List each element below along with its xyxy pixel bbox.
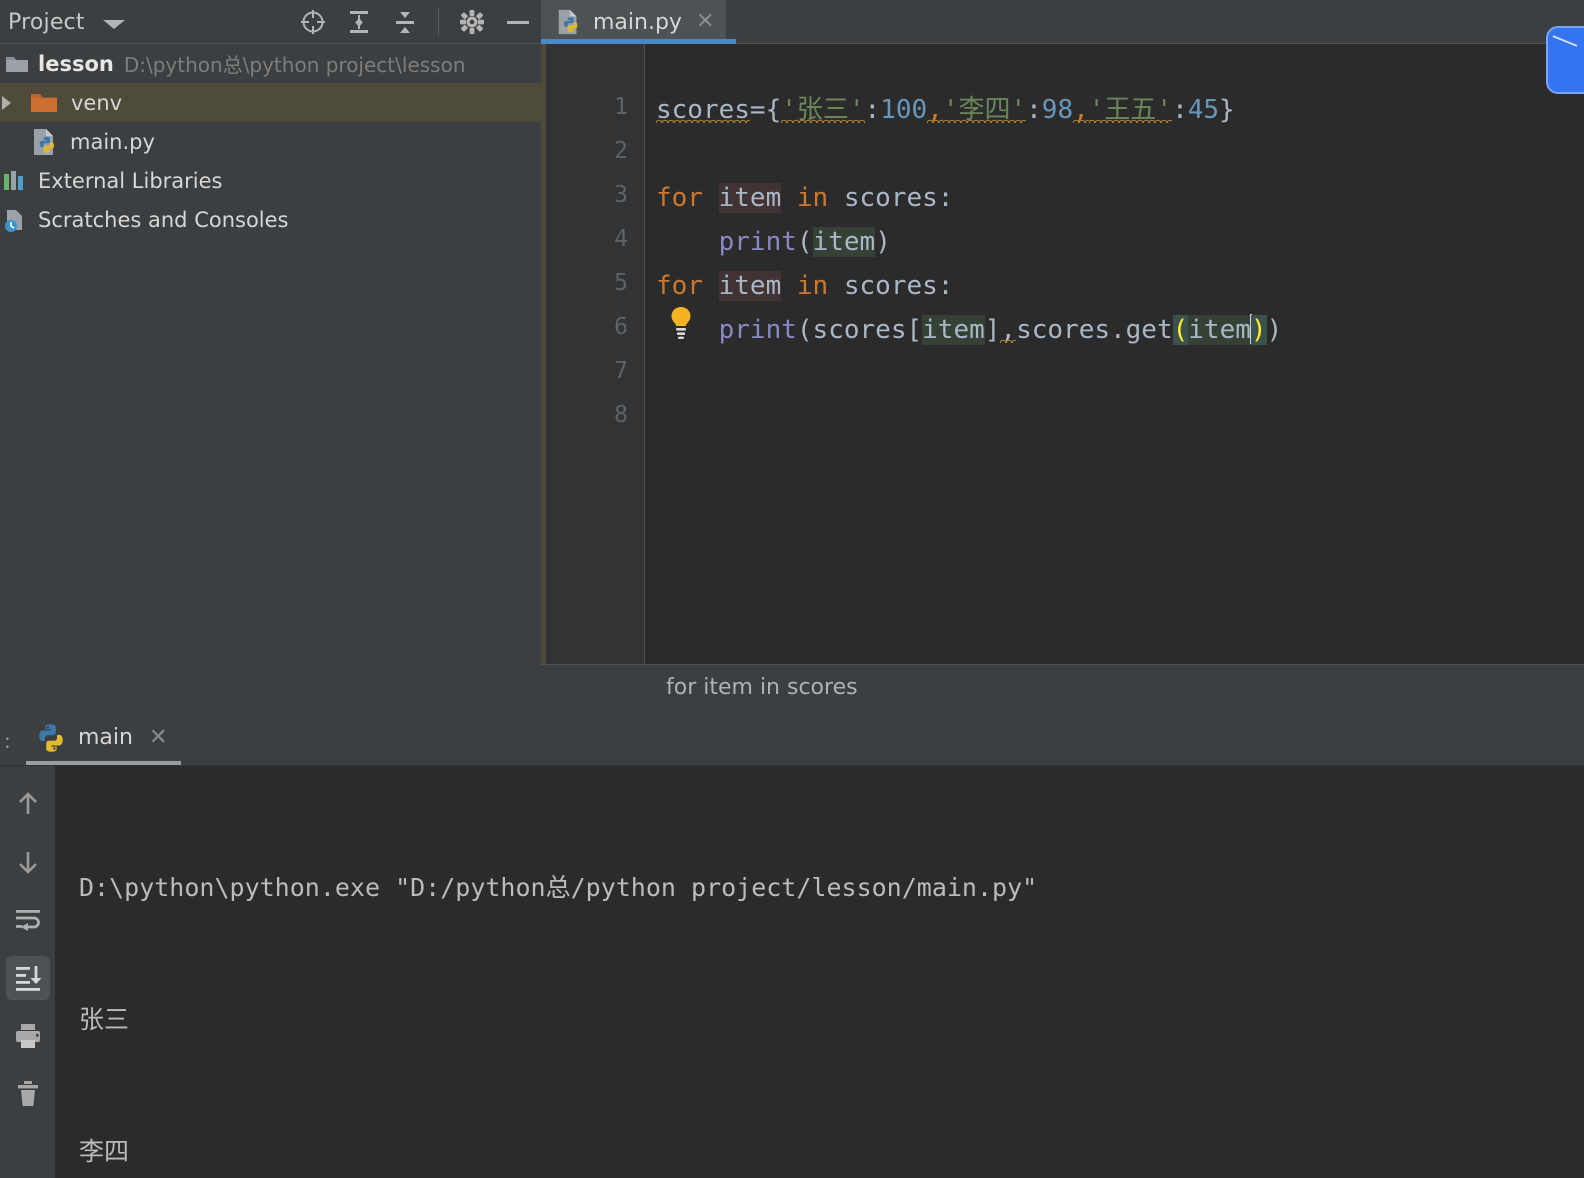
chevron-right-icon[interactable] xyxy=(2,95,11,110)
gutter-marker-strip xyxy=(541,44,546,664)
trash-icon[interactable] xyxy=(6,1072,50,1116)
code-line-4: print(item) xyxy=(718,227,891,257)
line-number: 8 xyxy=(614,402,628,428)
run-console-output[interactable]: D:\python\python.exe "D:/python总/python … xyxy=(55,766,1584,1178)
collapse-all-icon[interactable] xyxy=(390,7,420,37)
tree-item-scratches-and-consoles[interactable]: Scratches and Consoles xyxy=(0,200,541,239)
line-number: 4 xyxy=(614,226,628,252)
console-line: 李四 xyxy=(79,1137,130,1166)
code-line-1: scores={'张三':100,'李四':98,'王五':45} xyxy=(656,95,1235,125)
select-opened-file-icon[interactable] xyxy=(298,7,328,37)
project-panel-toolbar xyxy=(298,0,533,44)
line-number: 6 xyxy=(614,314,628,340)
code-line-5: for item in scores: xyxy=(656,271,954,301)
console-line: 张三 xyxy=(79,1005,130,1034)
project-panel-title: Project xyxy=(8,9,85,35)
code-line-6: print(scores[item],scores.get(item)) xyxy=(718,314,1283,345)
close-icon[interactable]: ✕ xyxy=(149,726,167,749)
close-icon[interactable]: ✕ xyxy=(696,11,714,33)
editor-tab-strip: main.py ✕ xyxy=(541,0,1584,44)
run-tab-strip: : main ✕ xyxy=(0,709,1584,766)
tree-item-label: lesson xyxy=(38,51,114,76)
tree-item-external-libraries[interactable]: External Libraries xyxy=(0,161,541,200)
down-arrow-icon[interactable] xyxy=(6,840,50,884)
editor-area: main.py ✕ 1 2 3 4 5 6 7 8 scores={'张三':1… xyxy=(541,0,1584,709)
print-icon[interactable] xyxy=(6,1014,50,1058)
run-window-label: : xyxy=(4,729,12,753)
toolbar-separator xyxy=(438,8,439,36)
line-number: 1 xyxy=(614,94,628,120)
hide-icon[interactable] xyxy=(503,7,533,37)
run-tab-label: main xyxy=(78,725,133,750)
code-editor[interactable]: 1 2 3 4 5 6 7 8 scores={'张三':100,'李四':98… xyxy=(541,44,1584,664)
editor-tab-main-py[interactable]: main.py ✕ xyxy=(541,0,727,44)
editor-gutter[interactable]: 1 2 3 4 5 6 7 8 xyxy=(541,44,645,664)
project-tool-window: Project lesson D:\python总\python project… xyxy=(0,0,541,709)
code-content[interactable]: scores={'张三':100,'李四':98,'王五':45} for it… xyxy=(646,44,1584,664)
code-line-3: for item in scores: xyxy=(656,183,954,213)
project-panel-header: Project xyxy=(0,0,541,44)
run-console-toolbar xyxy=(0,766,55,1178)
tree-item-label: venv xyxy=(71,90,123,115)
tree-item-label: Scratches and Consoles xyxy=(38,207,289,232)
tree-item-venv[interactable]: venv xyxy=(0,83,541,122)
editor-tab-label: main.py xyxy=(593,9,682,35)
folder-module-icon xyxy=(6,56,28,72)
scratches-icon xyxy=(5,209,22,232)
chevron-down-icon[interactable] xyxy=(102,19,125,29)
line-number: 7 xyxy=(614,358,628,384)
cursor-pointer-overlay xyxy=(1546,26,1584,94)
line-number: 2 xyxy=(614,138,628,164)
python-file-icon xyxy=(34,128,54,155)
folder-excluded-icon xyxy=(31,93,57,112)
tree-item-path: D:\python总\python project\lesson xyxy=(123,53,466,77)
line-number: 3 xyxy=(614,182,628,208)
tree-item-label: main.py xyxy=(70,129,155,154)
python-icon xyxy=(39,723,63,752)
run-tool-window: : main ✕ D:\python\python.exe "D:/python… xyxy=(0,709,1584,1178)
tree-item-lesson[interactable]: lesson D:\python总\python project\lesson xyxy=(0,44,541,83)
console-line: D:\python\python.exe "D:/python总/python … xyxy=(79,873,1038,902)
tree-item-label: External Libraries xyxy=(38,168,223,193)
pycharm-window: Project lesson D:\python总\python project… xyxy=(0,0,1584,1178)
run-tab-main[interactable]: main ✕ xyxy=(26,709,177,766)
libraries-icon xyxy=(4,170,23,190)
soft-wrap-icon[interactable] xyxy=(6,898,50,942)
up-arrow-icon[interactable] xyxy=(6,782,50,826)
expand-all-icon[interactable] xyxy=(344,7,374,37)
scroll-to-end-icon[interactable] xyxy=(5,956,50,1000)
editor-breadcrumb-bar: for item in scores xyxy=(541,664,1584,709)
tree-item-main-py[interactable]: main.py xyxy=(0,122,541,161)
line-number: 5 xyxy=(614,270,628,296)
settings-gear-icon[interactable] xyxy=(457,7,487,37)
breadcrumb[interactable]: for item in scores xyxy=(666,675,858,700)
python-file-icon xyxy=(558,9,578,35)
